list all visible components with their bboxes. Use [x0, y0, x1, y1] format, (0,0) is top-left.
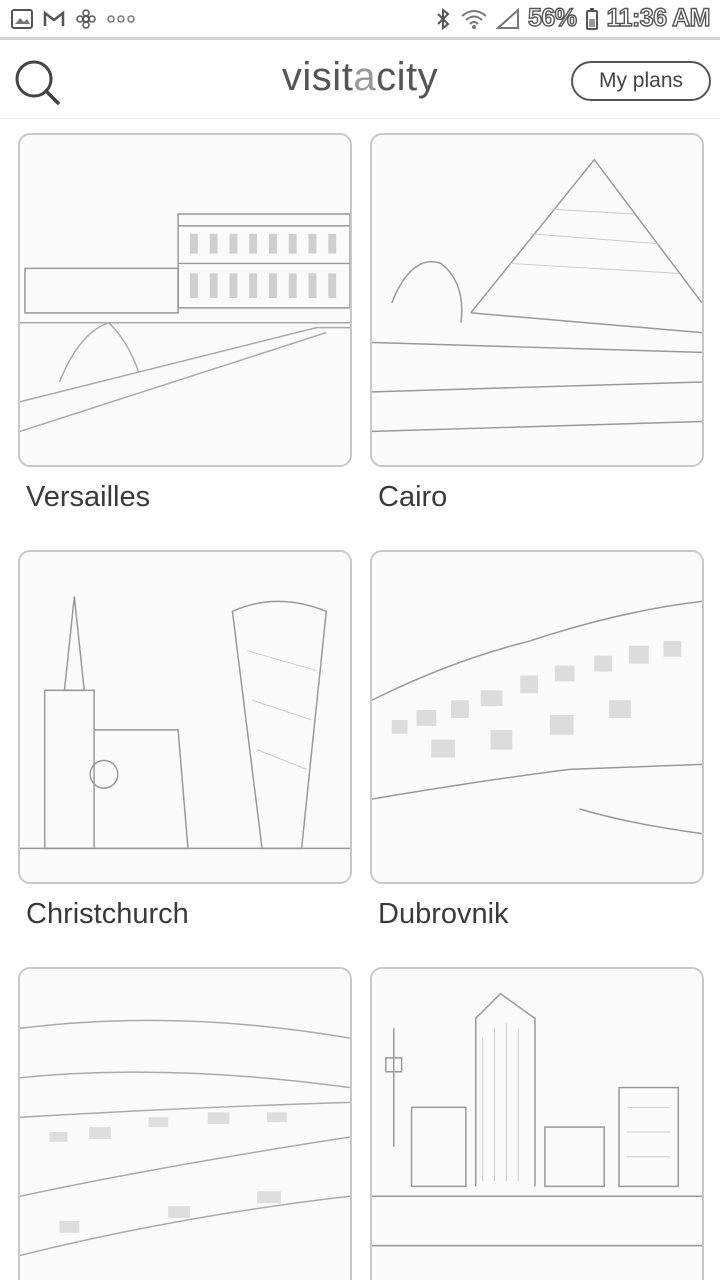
city-image-dubrovnik — [370, 550, 704, 884]
clock: 11:36 AM — [606, 3, 711, 32]
bluetooth-icon — [434, 7, 452, 30]
river-city-illustration — [20, 969, 350, 1280]
notification-icons — [10, 8, 136, 30]
city-card-skyline[interactable] — [370, 967, 704, 1280]
city-card-river[interactable] — [18, 967, 352, 1280]
pyramid-illustration — [372, 135, 702, 465]
palace-illustration — [20, 135, 350, 465]
battery-percent: 56% — [527, 3, 577, 32]
city-image-cairo — [370, 133, 704, 467]
cathedral-illustration — [20, 552, 350, 882]
city-image-skyline — [370, 967, 704, 1280]
logo-text-suffix: city — [376, 55, 439, 99]
skyline-illustration — [372, 969, 702, 1280]
logo-text-accent: a — [353, 55, 377, 99]
city-name: Versailles — [26, 481, 151, 513]
wifi-icon — [460, 8, 488, 30]
app-header: visitacity My plans — [0, 43, 720, 119]
city-image-versailles — [18, 133, 352, 467]
status-bar: 56% 11:36 AM — [0, 0, 720, 40]
flower-icon — [74, 8, 98, 30]
gmail-icon — [42, 8, 66, 30]
logo-text-prefix: visit — [281, 55, 354, 99]
system-icons: 56% 11:36 AM — [434, 3, 711, 33]
gallery-icon — [10, 8, 34, 30]
city-image-river — [18, 967, 352, 1280]
city-card-versailles[interactable]: Versailles — [18, 133, 352, 517]
my-plans-button[interactable]: My plans — [571, 61, 711, 101]
city-name: Dubrovnik — [378, 898, 509, 930]
city-card-christchurch[interactable]: Christchurch — [18, 550, 352, 934]
city-image-christchurch — [18, 550, 352, 884]
city-name: Christchurch — [26, 898, 189, 930]
more-icon — [106, 8, 136, 30]
city-card-cairo[interactable]: Cairo — [370, 133, 704, 517]
signal-icon — [495, 7, 520, 30]
city-name: Cairo — [378, 481, 448, 513]
city-card-dubrovnik[interactable]: Dubrovnik — [370, 550, 704, 934]
battery-icon — [585, 7, 599, 30]
city-grid: Versailles Cairo Christchurch Dubrovnik — [0, 120, 720, 1280]
coastal-town-illustration — [372, 552, 702, 882]
